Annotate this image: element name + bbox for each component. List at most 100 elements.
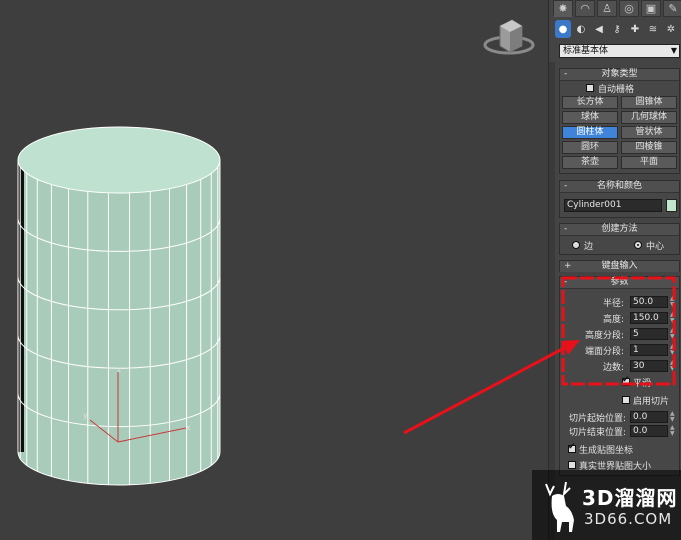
smooth-label: 平滑 [633, 379, 652, 389]
hierarchy-icon: ♙ [602, 2, 612, 15]
radius-input[interactable]: 50.0 [630, 296, 668, 308]
cylinder-button[interactable]: 圆柱体 [562, 126, 618, 139]
pyramid-button[interactable]: 四棱锥 [621, 141, 677, 154]
name-color-rollout: - 名称和颜色 Cylinder001 [559, 180, 680, 218]
height-input[interactable]: 150.0 [630, 312, 668, 324]
height-segments-spinner[interactable]: ▲ ▼ [670, 328, 675, 340]
real-world-checkbox[interactable] [568, 461, 576, 469]
panel-scroll-strip[interactable] [549, 62, 555, 540]
slice-to-spinner[interactable]: ▲ ▼ [670, 425, 675, 437]
sides-spinner[interactable]: ▲ ▼ [670, 360, 675, 372]
collapse-icon: - [564, 277, 568, 287]
parameters-header[interactable]: - 参数 [560, 277, 679, 289]
slice-to-label: 切片结束位置: [569, 428, 627, 438]
edge-radio-label: 边 [584, 242, 594, 252]
modify-icon: ◠ [580, 2, 590, 15]
edge-radio[interactable] [572, 241, 580, 249]
sides-input[interactable]: 30 [630, 360, 668, 372]
helpers-icon[interactable]: ✚ [627, 20, 643, 38]
slice-to-input[interactable]: 0.0 [630, 425, 668, 437]
command-panel: ✸ ◠ ♙ ◎ ▣ ✎ ● ◐ ◀ ⚷ ✚ ≋ ✲ 标准基本体 ▼ - 对象类型… [548, 0, 681, 540]
object-type-rollout: - 对象类型 自动栅格 长方体 圆锥体 球体 几何球体 圆柱体 管状体 圆环 四… [559, 68, 680, 174]
motion-icon: ◎ [624, 2, 634, 15]
slice-from-input[interactable]: 0.0 [630, 411, 668, 423]
systems-icon[interactable]: ✲ [663, 20, 679, 38]
cameras-icon[interactable]: ⚷ [609, 20, 625, 38]
sun-icon: ✸ [558, 2, 568, 15]
autogrid-label: 自动栅格 [598, 85, 635, 95]
name-color-header[interactable]: - 名称和颜色 [560, 181, 679, 193]
spacewarps-icon[interactable]: ≋ [645, 20, 661, 38]
creation-method-header[interactable]: - 创建方法 [560, 224, 679, 236]
sides-label: 边数: [602, 363, 624, 373]
gen-map-coords-checkbox[interactable] [568, 442, 576, 453]
slice-from-spinner[interactable]: ▲ ▼ [670, 411, 675, 423]
gen-map-coords-label: 生成贴图坐标 [579, 446, 634, 456]
slice-on-checkbox[interactable] [622, 396, 630, 404]
autogrid-checkbox[interactable] [586, 84, 594, 92]
tube-button[interactable]: 管状体 [621, 126, 677, 139]
height-segments-label: 高度分段: [584, 331, 624, 341]
motion-tab[interactable]: ◎ [619, 0, 639, 17]
geometry-icon[interactable]: ● [555, 20, 571, 38]
perspective-viewport[interactable]: x y z [0, 0, 548, 540]
collapse-icon: - [564, 224, 568, 234]
cone-button[interactable]: 圆锥体 [621, 96, 677, 109]
slice-on-label: 启用切片 [633, 397, 670, 407]
deer-logo-icon [545, 481, 574, 532]
cap-segments-label: 端面分段: [584, 347, 624, 357]
category-dropdown-value: 标准基本体 [563, 46, 609, 56]
parameters-rollout: - 参数 半径: 50.0 ▲ ▼ 高度: 150.0 ▲ ▼ 高度分段: 5 ▲ ▼… [559, 276, 680, 476]
torus-button[interactable]: 圆环 [562, 141, 618, 154]
utilities-icon: ✎ [668, 2, 678, 15]
chevron-down-icon: ▼ [670, 46, 677, 55]
utilities-tab[interactable]: ✎ [663, 0, 681, 17]
lights-icon[interactable]: ◀ [591, 20, 607, 38]
object-type-title: 对象类型 [601, 69, 638, 79]
center-radio-label: 中心 [646, 242, 665, 252]
watermark: 3D溜溜网 3D66.COM [532, 470, 681, 540]
height-segments-input[interactable]: 5 [630, 328, 668, 340]
create-tab[interactable]: ✸ [553, 0, 573, 17]
parameters-title: 参数 [610, 277, 629, 287]
object-type-header[interactable]: - 对象类型 [560, 69, 679, 81]
creation-method-title: 创建方法 [601, 224, 638, 234]
hierarchy-tab[interactable]: ♙ [597, 0, 617, 17]
center-radio[interactable] [634, 241, 642, 249]
sphere-button[interactable]: 球体 [562, 111, 618, 124]
height-spinner[interactable]: ▲ ▼ [670, 312, 675, 324]
viewcube-icon[interactable] [483, 19, 535, 55]
axis-y-label: y [83, 411, 88, 420]
object-color-swatch[interactable] [666, 199, 677, 212]
collapse-icon: - [564, 69, 568, 79]
creation-method-rollout: - 创建方法 边 中心 [559, 223, 680, 255]
plane-button[interactable]: 平面 [621, 156, 677, 169]
keyboard-entry-rollout: + 键盘输入 [559, 260, 680, 272]
name-color-title: 名称和颜色 [596, 181, 642, 191]
cap-segments-input[interactable]: 1 [630, 344, 668, 356]
collapse-icon: - [564, 181, 568, 191]
keyboard-entry-title: 键盘输入 [601, 261, 638, 271]
geosphere-button[interactable]: 几何球体 [621, 111, 677, 124]
command-panel-tabs: ✸ ◠ ♙ ◎ ▣ ✎ [553, 0, 681, 18]
display-tab[interactable]: ▣ [641, 0, 661, 17]
height-label: 高度: [602, 315, 624, 325]
object-name-input[interactable]: Cylinder001 [564, 199, 662, 212]
viewport-canvas: x y z [17, 19, 535, 486]
smooth-checkbox[interactable] [622, 375, 630, 386]
teapot-button[interactable]: 茶壶 [562, 156, 618, 169]
radius-spinner[interactable]: ▲ ▼ [670, 296, 675, 308]
radius-label: 半径: [602, 299, 624, 309]
watermark-title: 3D溜溜网 [582, 486, 678, 510]
keyboard-entry-header[interactable]: + 键盘输入 [560, 261, 679, 272]
box-button[interactable]: 长方体 [562, 96, 618, 109]
category-dropdown[interactable]: 标准基本体 ▼ [559, 44, 680, 58]
cap-segments-spinner[interactable]: ▲ ▼ [670, 344, 675, 356]
shapes-icon[interactable]: ◐ [573, 20, 589, 38]
slice-from-label: 切片起始位置: [569, 414, 627, 424]
display-icon: ▣ [645, 2, 657, 15]
axis-x-label: x [186, 423, 191, 432]
watermark-url: 3D66.COM [584, 510, 673, 528]
modify-tab[interactable]: ◠ [575, 0, 595, 17]
expand-icon: + [564, 261, 572, 271]
